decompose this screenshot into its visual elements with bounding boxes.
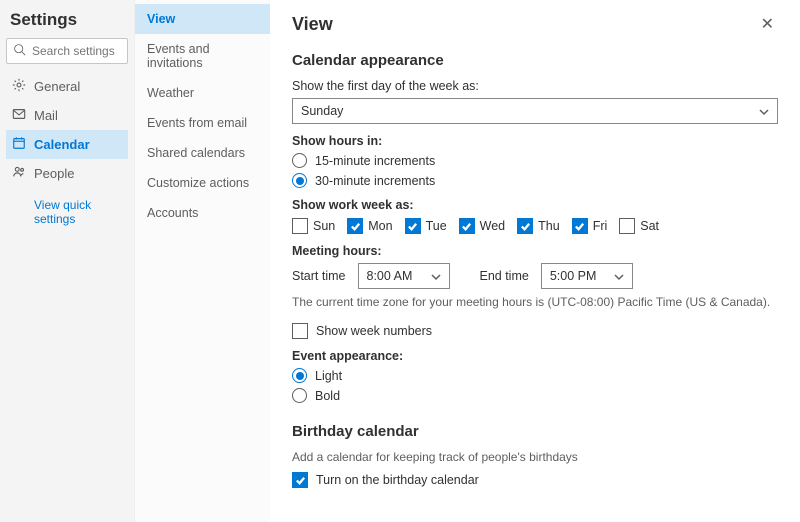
radio-label: Light [315,369,342,383]
search-input[interactable] [32,44,122,58]
settings-sidebar: Settings General Mail Calendar People Vi… [0,0,135,522]
mail-icon [12,107,26,124]
checkbox-icon [292,323,308,339]
radio-icon [292,368,307,383]
search-icon [13,43,26,59]
sidebar-item-calendar[interactable]: Calendar [6,130,128,159]
birthday-toggle-check[interactable]: Turn on the birthday calendar [292,472,778,488]
day-fri[interactable]: Fri [572,218,608,234]
first-day-value: Sunday [301,104,343,118]
radio-light[interactable]: Light [292,368,778,383]
first-day-label: Show the first day of the week as: [292,79,778,93]
day-sun[interactable]: Sun [292,218,335,234]
main-pane: View ✕ Calendar appearance Show the firs… [270,0,800,522]
checkbox-icon [572,218,588,234]
sidebar-item-mail[interactable]: Mail [6,101,128,130]
work-week-label: Show work week as: [292,198,778,212]
sidebar-item-label: People [34,166,74,181]
settings-subnav: View Events and invitations Weather Even… [135,0,270,522]
day-thu[interactable]: Thu [517,218,560,234]
event-appearance-label: Event appearance: [292,349,778,363]
radio-15min[interactable]: 15-minute increments [292,153,778,168]
work-week-days: Sun Mon Tue Wed Thu Fri Sat [292,218,778,234]
section-heading-birthday: Birthday calendar [292,423,778,440]
day-label: Tue [426,219,447,233]
radio-label: 15-minute increments [315,154,435,168]
radio-label: 30-minute increments [315,174,435,188]
subnav-item-weather[interactable]: Weather [135,78,270,108]
close-icon: ✕ [761,16,774,33]
day-mon[interactable]: Mon [347,218,392,234]
checkbox-label: Show week numbers [316,324,432,338]
search-settings-box[interactable] [6,38,128,64]
checkbox-icon [619,218,635,234]
day-label: Wed [480,219,505,233]
show-week-numbers-check[interactable]: Show week numbers [292,323,778,339]
subnav-item-accounts[interactable]: Accounts [135,198,270,228]
checkbox-icon [405,218,421,234]
day-label: Fri [593,219,608,233]
page-title: View [292,14,333,35]
day-label: Sun [313,219,335,233]
checkbox-icon [292,218,308,234]
subnav-item-view[interactable]: View [135,4,270,34]
subnav-item-events-invitations[interactable]: Events and invitations [135,34,270,78]
timezone-note: The current time zone for your meeting h… [292,295,778,309]
end-time-select[interactable]: 5:00 PM [541,263,633,289]
checkbox-label: Turn on the birthday calendar [316,473,479,487]
close-button[interactable]: ✕ [757,10,778,38]
first-day-select[interactable]: Sunday [292,98,778,124]
radio-icon [292,153,307,168]
chevron-down-icon [614,271,624,281]
sidebar-item-general[interactable]: General [6,72,128,101]
checkbox-icon [517,218,533,234]
radio-label: Bold [315,389,340,403]
checkbox-icon [459,218,475,234]
sidebar-item-label: Mail [34,108,58,123]
subnav-item-customize-actions[interactable]: Customize actions [135,168,270,198]
day-sat[interactable]: Sat [619,218,659,234]
end-time-label: End time [480,269,529,283]
chevron-down-icon [759,106,769,116]
birthday-subtext: Add a calendar for keeping track of peop… [292,450,778,464]
view-quick-settings-link[interactable]: View quick settings [6,188,128,232]
radio-bold[interactable]: Bold [292,388,778,403]
checkbox-icon [347,218,363,234]
radio-30min[interactable]: 30-minute increments [292,173,778,188]
sidebar-item-people[interactable]: People [6,159,128,188]
checkbox-icon [292,472,308,488]
day-wed[interactable]: Wed [459,218,505,234]
day-tue[interactable]: Tue [405,218,447,234]
show-hours-label: Show hours in: [292,134,778,148]
start-time-select[interactable]: 8:00 AM [358,263,450,289]
radio-icon [292,173,307,188]
day-label: Mon [368,219,392,233]
subnav-item-shared-calendars[interactable]: Shared calendars [135,138,270,168]
meeting-hours-label: Meeting hours: [292,244,778,258]
sidebar-item-label: General [34,79,80,94]
chevron-down-icon [431,271,441,281]
day-label: Thu [538,219,560,233]
people-icon [12,165,26,182]
start-time-label: Start time [292,269,346,283]
subnav-item-events-from-email[interactable]: Events from email [135,108,270,138]
gear-icon [12,78,26,95]
radio-icon [292,388,307,403]
section-heading-appearance: Calendar appearance [292,52,778,69]
sidebar-item-label: Calendar [34,137,90,152]
start-time-value: 8:00 AM [367,269,413,283]
calendar-icon [12,136,26,153]
settings-title: Settings [6,6,128,38]
end-time-value: 5:00 PM [550,269,597,283]
day-label: Sat [640,219,659,233]
